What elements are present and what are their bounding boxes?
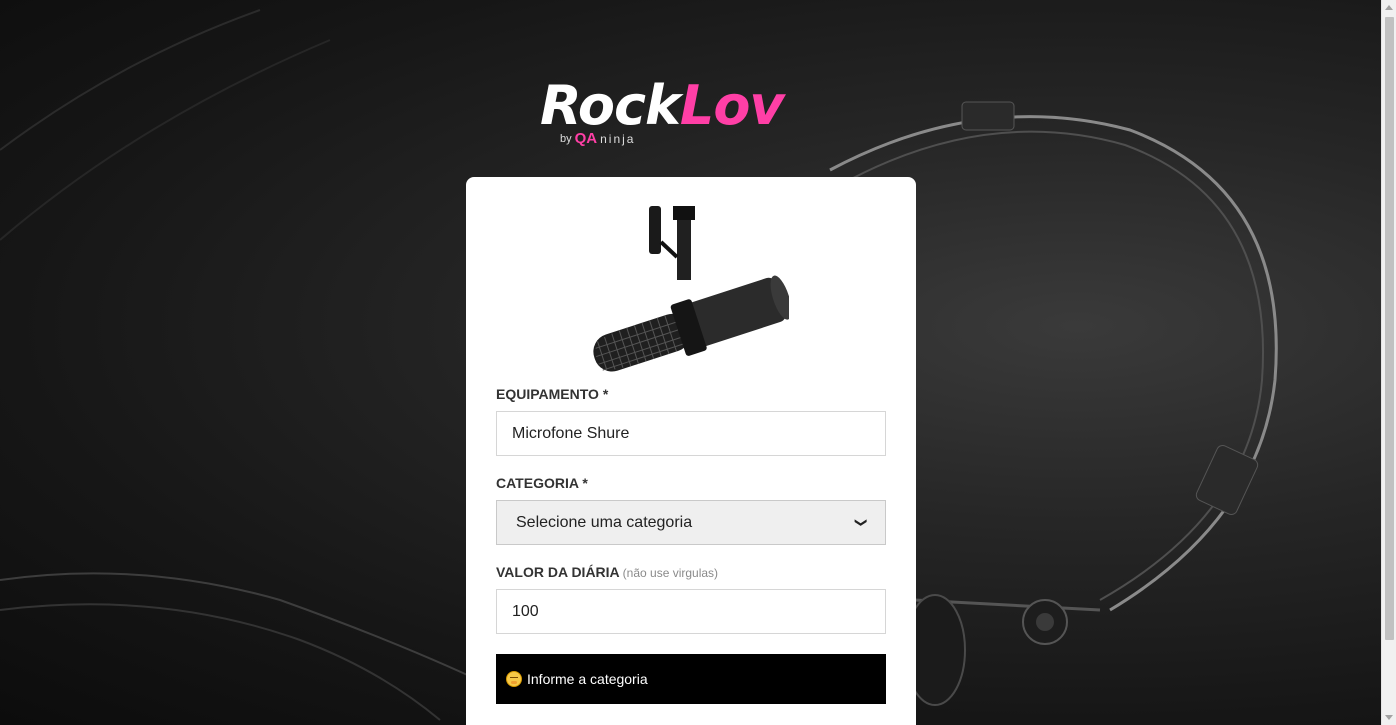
face-emoji-icon: [506, 671, 522, 687]
price-label-text: VALOR DA DIÁRIA: [496, 564, 620, 580]
equipment-form-card: EQUIPAMENTO * Microfone Shure CATEGORIA …: [466, 177, 916, 725]
microphone-thumbnail: [593, 206, 792, 372]
logo-by-text: by: [560, 132, 572, 145]
rocklov-logo: RockLov by QA ninja: [540, 76, 850, 148]
daily-price-input[interactable]: 100: [496, 589, 886, 634]
price-label: VALOR DA DIÁRIA (não use virgulas): [496, 564, 718, 580]
category-select[interactable]: Selecione uma categoria ❯: [496, 500, 886, 545]
page-scrollbar[interactable]: [1381, 0, 1396, 725]
alert-text: Informe a categoria: [527, 671, 648, 687]
price-hint: (não use virgulas): [622, 566, 719, 580]
category-selected-value: Selecione uma categoria: [516, 514, 693, 531]
chevron-down-icon: ❯: [854, 517, 869, 528]
equipment-name-input[interactable]: Microfone Shure: [496, 411, 886, 456]
logo-rock-text: Rock: [540, 74, 681, 137]
category-label: CATEGORIA *: [496, 475, 588, 491]
logo-byline: by QA ninja: [560, 130, 635, 147]
logo-qa-text: QA: [574, 130, 598, 147]
equipment-label: EQUIPAMENTO *: [496, 386, 609, 402]
scrollbar-thumb[interactable]: [1385, 17, 1394, 640]
logo-lov-text: Lov: [679, 74, 785, 137]
category-alert: Informe a categoria: [496, 654, 886, 704]
scroll-up-icon[interactable]: [1385, 5, 1393, 10]
logo-wordmark: RockLov: [540, 74, 785, 137]
scroll-down-icon[interactable]: [1385, 715, 1393, 720]
equipment-thumbnail[interactable]: [589, 202, 792, 372]
logo-ninja-text: ninja: [600, 131, 636, 146]
